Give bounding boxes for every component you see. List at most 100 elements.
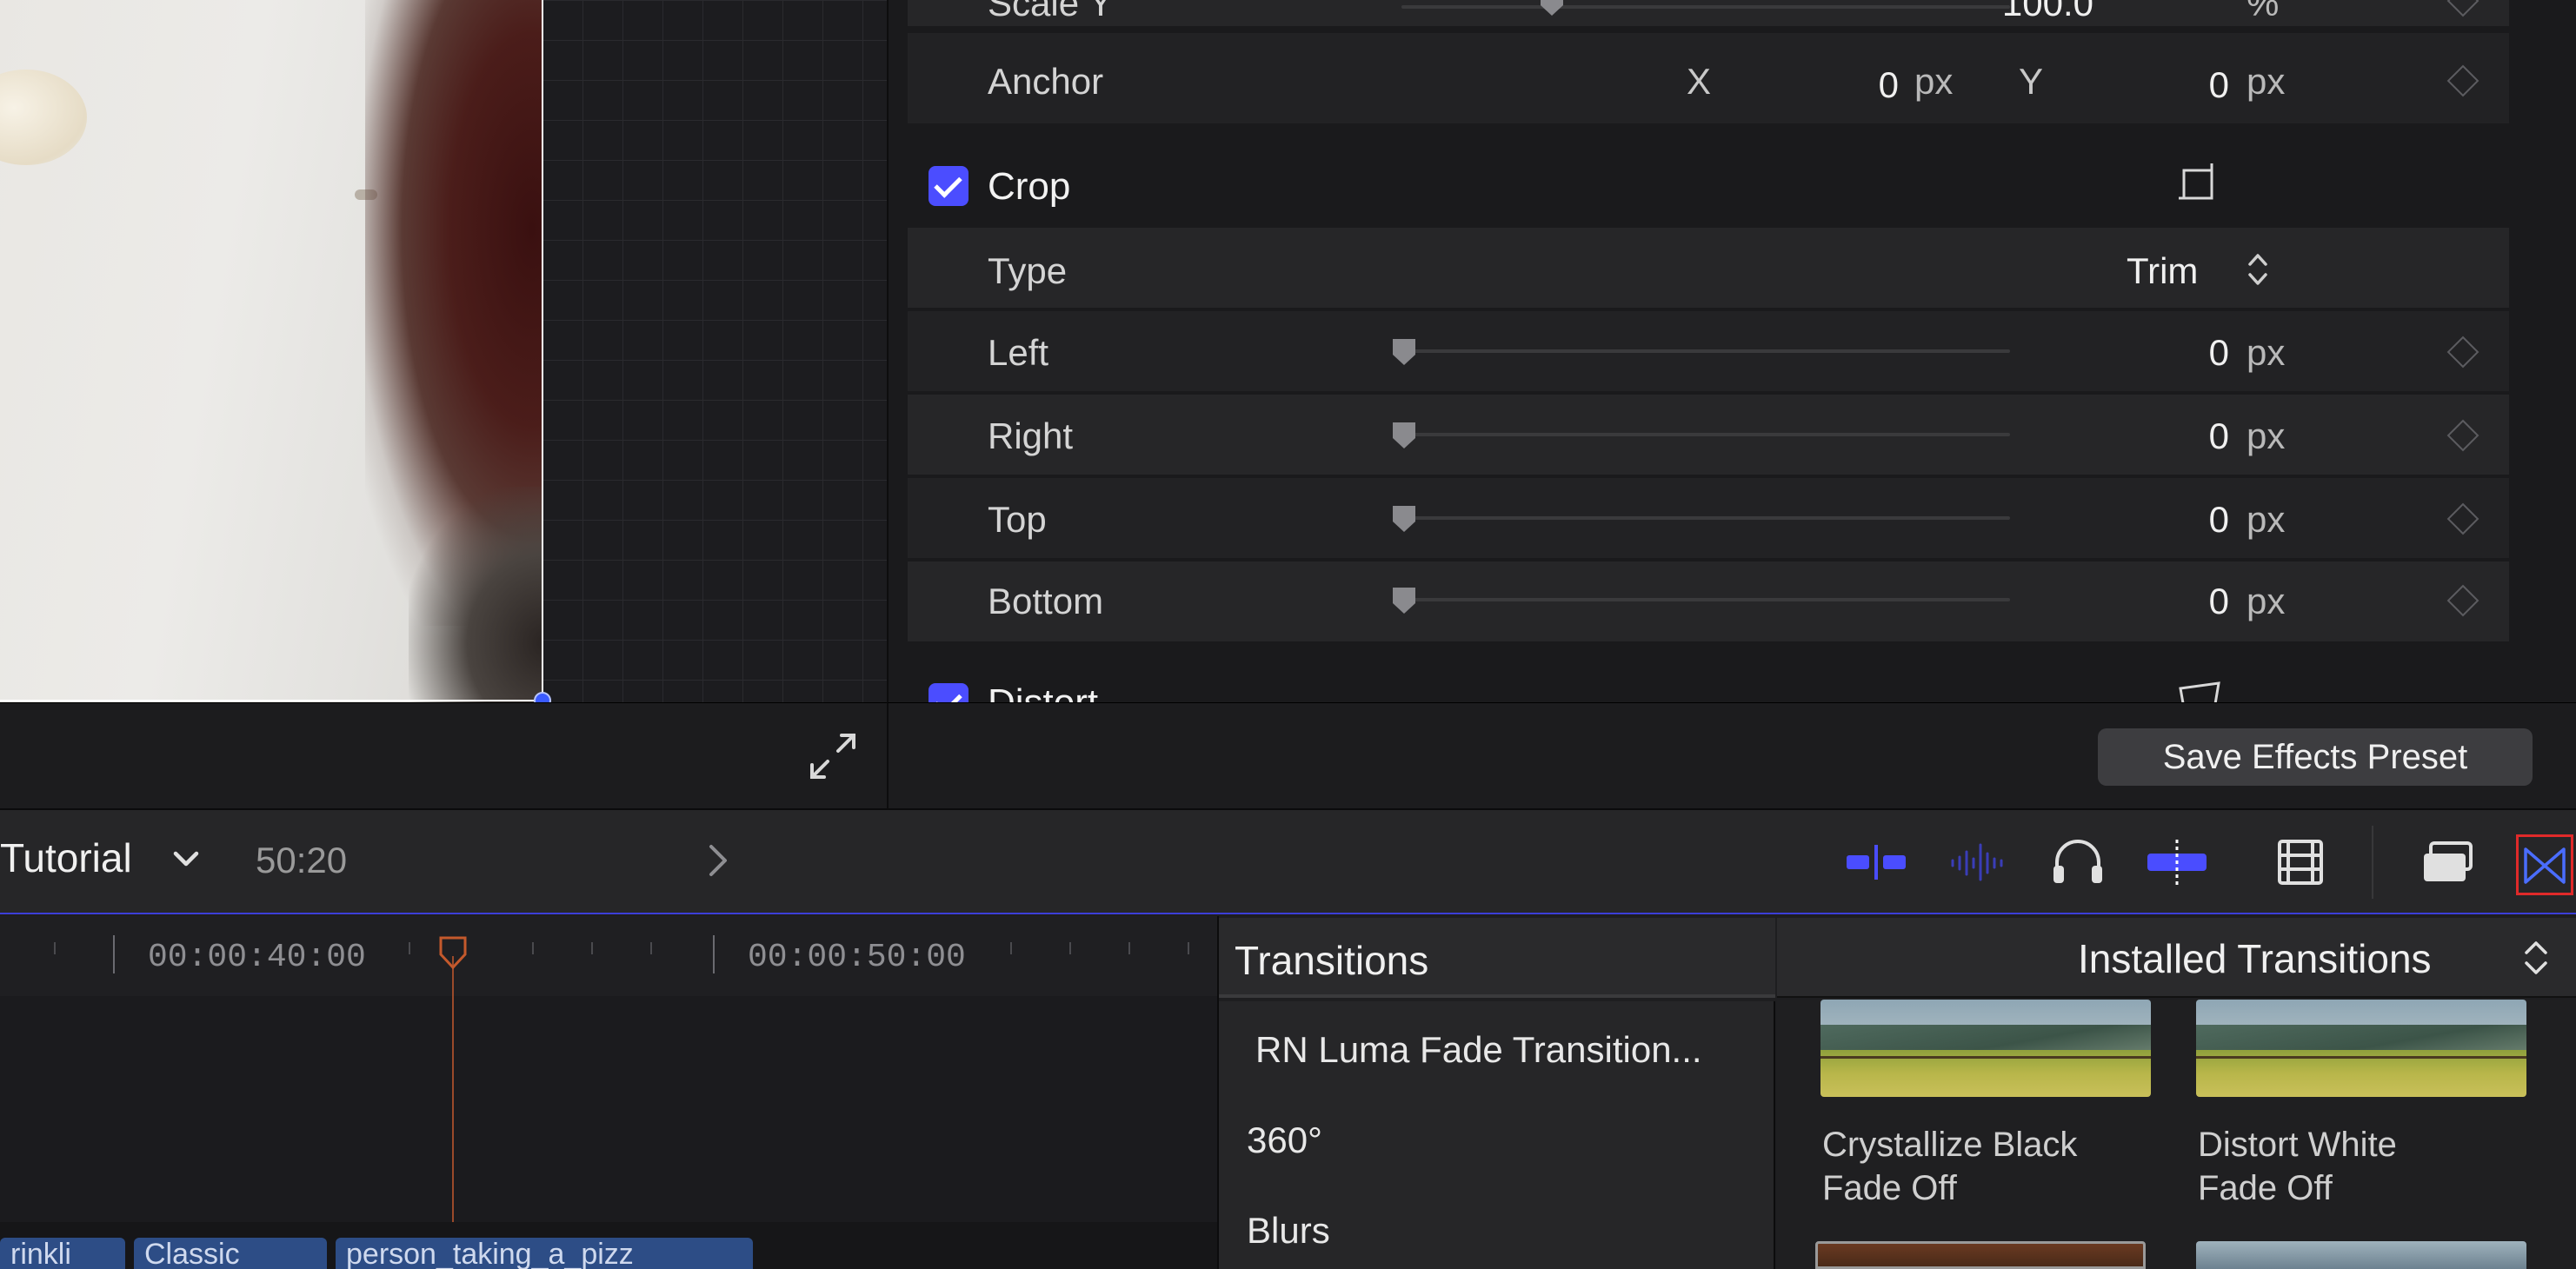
transition-thumbnail[interactable] — [2196, 1241, 2526, 1269]
crop-enable-checkbox[interactable] — [929, 166, 968, 206]
distort-section-header: Distort — [908, 657, 2509, 702]
crop-left-value[interactable]: 0 — [2125, 332, 2229, 374]
playhead-marker[interactable] — [438, 935, 468, 970]
crop-right-label: Right — [988, 415, 1074, 456]
crop-frame-edge-bottom[interactable] — [0, 700, 543, 701]
toolbar-separator — [2372, 826, 2373, 899]
ruler-label: 00:00:50:00 — [748, 939, 966, 976]
crop-left-slider-track[interactable] — [1401, 349, 2010, 353]
crop-top-value[interactable]: 0 — [2125, 499, 2229, 541]
distort-section-title[interactable]: Distort — [988, 681, 1098, 702]
transition-thumbnail[interactable] — [2196, 1000, 2526, 1097]
timeline-clip[interactable]: rinkli — [0, 1238, 125, 1269]
transition-name-line: Distort White — [2198, 1126, 2397, 1164]
crop-frame-edge-right[interactable] — [542, 0, 543, 702]
ruler-tick — [532, 942, 534, 954]
ruler-tick — [1010, 942, 1012, 954]
scale-y-label: Scale Y — [988, 0, 1113, 23]
crop-right-value[interactable]: 0 — [2125, 415, 2229, 457]
category-item[interactable]: RN Luma Fade Transition... — [1255, 1029, 1702, 1071]
thumbnail-fence — [2196, 1055, 2526, 1059]
video-frame[interactable] — [0, 0, 542, 702]
project-duration: 50:20 — [256, 840, 348, 880]
ruler-tick — [591, 942, 593, 954]
crop-tool-icon[interactable] — [2173, 158, 2226, 210]
anchor-y-value[interactable]: 0 — [2125, 64, 2229, 106]
crop-bottom-value[interactable]: 0 — [2125, 581, 2229, 622]
headphones-icon[interactable] — [2043, 834, 2113, 890]
transitions-category-title: Transitions — [1235, 938, 1429, 983]
clip-appearance-icon[interactable] — [1841, 834, 1911, 890]
transition-name-line: Crystallize Black — [1822, 1126, 2078, 1164]
scale-y-value[interactable]: 100.0 — [1989, 0, 2093, 24]
anchor-x-unit: px — [1914, 61, 1954, 102]
chevron-down-icon[interactable] — [169, 847, 203, 873]
ruler-tick — [1188, 942, 1189, 954]
category-item[interactable]: 360° — [1247, 1120, 1322, 1161]
crop-type-select-chevron-icon[interactable] — [2245, 249, 2271, 290]
crop-top-unit: px — [2247, 499, 2286, 540]
ruler-tick — [409, 942, 410, 954]
viewer-bottom-bar — [0, 702, 887, 808]
crop-top-slider-knob[interactable] — [1389, 504, 1419, 534]
transition-name-line: Fade Off — [1822, 1169, 1957, 1207]
crop-right-slider-track[interactable] — [1401, 433, 2010, 436]
anchor-x-label: X — [1687, 61, 1712, 102]
chevron-right-icon[interactable] — [702, 841, 734, 880]
scale-y-slider-track[interactable] — [1401, 5, 2010, 9]
crop-section-title[interactable]: Crop — [988, 165, 1070, 209]
ruler-tick — [1069, 942, 1071, 954]
transition-name[interactable]: Crystallize Black Fade Off — [1822, 1123, 2077, 1210]
category-item[interactable]: Blurs — [1247, 1210, 1330, 1252]
video-shadow-lower — [409, 487, 542, 702]
timeline-clip[interactable]: Classic — [134, 1238, 327, 1269]
installed-transitions-select[interactable]: Installed Transitions — [2078, 935, 2432, 982]
transition-name[interactable]: Distort White Fade Off — [2198, 1123, 2397, 1210]
ruler-label: 00:00:40:00 — [148, 939, 366, 976]
anchor-label: Anchor — [988, 61, 1104, 102]
crop-right-slider-knob[interactable] — [1389, 421, 1419, 450]
crop-top-label: Top — [988, 499, 1047, 540]
fullscreen-icon[interactable] — [805, 728, 861, 784]
transition-thumbnail-selected[interactable] — [1815, 1241, 2146, 1269]
timeline-clip[interactable]: person_taking_a_pizz — [336, 1238, 753, 1269]
viewer-canvas-grid — [542, 0, 887, 702]
select-chevron-icon[interactable] — [2521, 935, 2551, 980]
transition-thumbnail[interactable] — [1821, 1000, 2151, 1097]
crop-left-slider-knob[interactable] — [1389, 337, 1419, 367]
ruler-tick-major — [113, 935, 115, 973]
crop-bottom-label: Bottom — [988, 581, 1104, 621]
scale-y-slider-knob[interactable] — [1537, 0, 1567, 17]
crop-type-select[interactable]: Trim — [2127, 250, 2198, 292]
distort-tool-icon[interactable] — [2173, 680, 2226, 702]
project-name[interactable]: Tutorial — [0, 834, 132, 881]
transition-name-line: Fade Off — [2198, 1169, 2333, 1207]
anchor-x-value[interactable]: 0 — [1794, 64, 1899, 106]
crop-top-slider-track[interactable] — [1401, 516, 2010, 520]
crop-bottom-unit: px — [2247, 581, 2286, 621]
film-strip-icon[interactable] — [2266, 834, 2335, 890]
thumbnail-fence — [1821, 1055, 2151, 1059]
viewer — [0, 0, 887, 709]
crop-right-unit: px — [2247, 415, 2286, 456]
snapping-icon[interactable] — [2142, 834, 2212, 890]
crop-bottom-slider-knob[interactable] — [1389, 586, 1419, 615]
transitions-browser-button[interactable] — [2516, 834, 2573, 895]
anchor-y-unit: px — [2247, 61, 2286, 102]
transitions-icon — [2524, 847, 2566, 884]
anchor-y-label: Y — [2019, 61, 2044, 102]
crop-left-label: Left — [988, 332, 1049, 373]
ruler-tick-major — [713, 935, 715, 973]
crop-section-header — [908, 139, 2509, 231]
save-effects-preset-button[interactable]: Save Effects Preset — [2098, 728, 2533, 786]
photos-browser-icon[interactable] — [2413, 834, 2483, 890]
ruler-tick — [1128, 942, 1130, 954]
crop-bottom-slider-track[interactable] — [1401, 598, 2010, 601]
distort-enable-checkbox[interactable] — [929, 683, 968, 702]
video-dough — [0, 70, 87, 165]
crop-left-unit: px — [2247, 332, 2286, 373]
ruler-tick — [54, 942, 56, 954]
scale-y-unit: % — [2247, 0, 2280, 23]
audio-waveform-icon[interactable] — [1944, 834, 2014, 890]
crop-type-label: Type — [988, 250, 1068, 291]
